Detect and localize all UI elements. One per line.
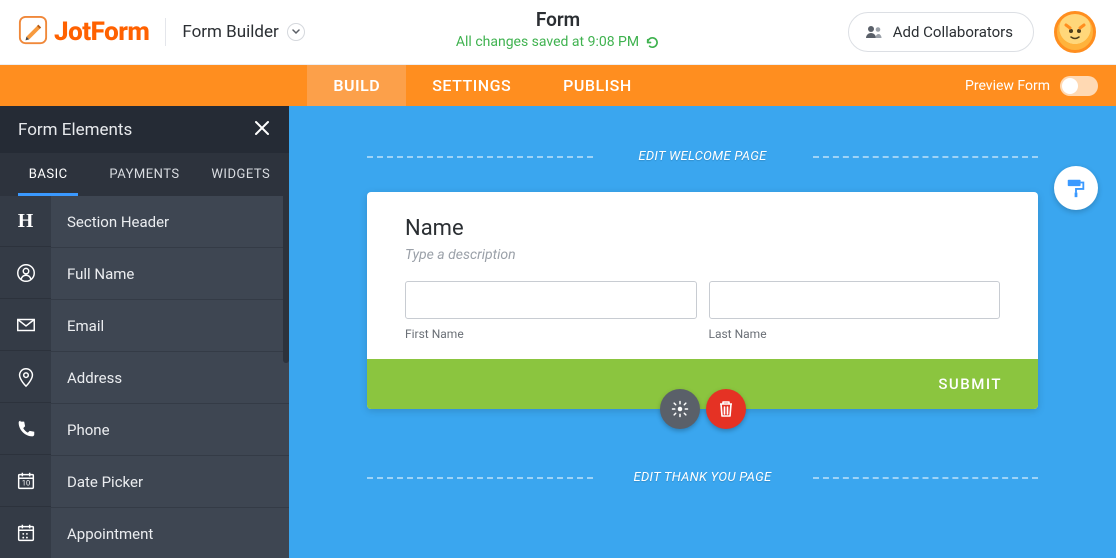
calendar-icon: 10 <box>15 470 37 492</box>
user-avatar[interactable] <box>1054 11 1096 53</box>
mode-label: Form Builder <box>182 22 278 42</box>
pin-icon <box>15 366 37 388</box>
sidebar-header: Form Elements <box>0 106 289 153</box>
preview-toggle[interactable] <box>1060 76 1098 96</box>
save-status: All changes saved at 9:08 PM <box>456 34 660 50</box>
form-card[interactable]: Name Type a description First Name Last … <box>367 192 1038 409</box>
add-collaborators-label: Add Collaborators <box>893 23 1013 41</box>
field-title[interactable]: Name <box>405 216 1000 241</box>
close-icon <box>253 119 271 137</box>
first-name-input[interactable] <box>405 281 697 319</box>
brand-name: JotForm <box>54 17 149 47</box>
form-title[interactable]: Form <box>456 8 660 31</box>
main-tabbar: BUILD SETTINGS PUBLISH Preview Form <box>0 65 1116 106</box>
element-appointment[interactable]: Appointment <box>0 508 289 558</box>
field-settings-button[interactable] <box>660 389 700 429</box>
tab-build[interactable]: BUILD <box>307 65 406 106</box>
phone-icon <box>15 418 37 440</box>
heading-icon: H <box>18 210 34 233</box>
save-status-text: All changes saved at 9:08 PM <box>456 34 639 50</box>
appointment-icon <box>15 522 37 544</box>
trash-icon <box>718 400 734 418</box>
field-description[interactable]: Type a description <box>405 247 1000 263</box>
sidebar-tabs: BASIC PAYMENTS WIDGETS <box>0 153 289 196</box>
submit-button[interactable]: SUBMIT <box>938 375 1002 393</box>
sidebar-close-button[interactable] <box>253 119 271 141</box>
elements-sidebar: Form Elements BASIC PAYMENTS WIDGETS H S… <box>0 106 289 558</box>
sidebar-tab-basic[interactable]: BASIC <box>0 153 96 196</box>
element-label: Phone <box>51 421 110 439</box>
element-label: Section Header <box>51 213 169 231</box>
brand-logo[interactable]: JotForm <box>18 15 149 49</box>
field-action-pills <box>660 389 746 429</box>
main-tabs: BUILD SETTINGS PUBLISH <box>307 65 657 106</box>
preview-label: Preview Form <box>965 78 1050 94</box>
thank-you-page-label: EDIT THANK YOU PAGE <box>634 470 772 485</box>
field-delete-button[interactable] <box>706 389 746 429</box>
add-collaborators-button[interactable]: Add Collaborators <box>848 12 1034 52</box>
sidebar-title: Form Elements <box>18 120 132 140</box>
mode-dropdown[interactable] <box>287 23 305 41</box>
element-label: Full Name <box>51 265 134 283</box>
app-header: JotForm Form Builder Form All changes sa… <box>0 0 1116 65</box>
header-center: Form All changes saved at 9:08 PM <box>456 8 660 50</box>
form-designer-button[interactable] <box>1054 166 1098 210</box>
element-label: Appointment <box>51 525 153 543</box>
element-full-name[interactable]: Full Name <box>0 248 289 300</box>
sidebar-tab-payments[interactable]: PAYMENTS <box>96 153 192 196</box>
element-section-header[interactable]: H Section Header <box>0 196 289 248</box>
mail-icon <box>15 314 37 336</box>
element-label: Address <box>51 369 122 387</box>
divider <box>165 18 166 46</box>
form-canvas: EDIT WELCOME PAGE Name Type a descriptio… <box>289 106 1116 558</box>
people-icon <box>865 25 883 39</box>
first-name-label: First Name <box>405 327 697 341</box>
user-icon <box>15 262 37 284</box>
tab-settings[interactable]: SETTINGS <box>406 65 537 106</box>
name-field[interactable]: Name Type a description First Name Last … <box>367 192 1038 359</box>
elements-list: H Section Header Full Name Email Address… <box>0 196 289 558</box>
element-date-picker[interactable]: 10 Date Picker <box>0 456 289 508</box>
last-name-input[interactable] <box>709 281 1001 319</box>
welcome-page-label: EDIT WELCOME PAGE <box>638 149 766 164</box>
avatar-face-icon <box>1062 19 1088 45</box>
edit-thank-you-page[interactable]: EDIT THANK YOU PAGE <box>367 459 1038 495</box>
tab-publish[interactable]: PUBLISH <box>537 65 658 106</box>
element-address[interactable]: Address <box>0 352 289 404</box>
paint-roller-icon <box>1065 177 1087 199</box>
element-phone[interactable]: Phone <box>0 404 289 456</box>
gear-icon <box>671 400 689 418</box>
svg-text:10: 10 <box>21 479 29 488</box>
preview-form-toggle-wrap: Preview Form <box>965 65 1098 106</box>
chevron-down-icon <box>292 29 300 35</box>
element-label: Date Picker <box>51 473 143 491</box>
last-name-label: Last Name <box>709 327 1001 341</box>
edit-welcome-page[interactable]: EDIT WELCOME PAGE <box>367 138 1038 174</box>
main-area: Form Elements BASIC PAYMENTS WIDGETS H S… <box>0 106 1116 558</box>
sidebar-tab-widgets[interactable]: WIDGETS <box>193 153 289 196</box>
element-label: Email <box>51 317 104 335</box>
element-email[interactable]: Email <box>0 300 289 352</box>
undo-icon[interactable] <box>645 35 660 50</box>
pencil-logo-icon <box>18 15 48 49</box>
